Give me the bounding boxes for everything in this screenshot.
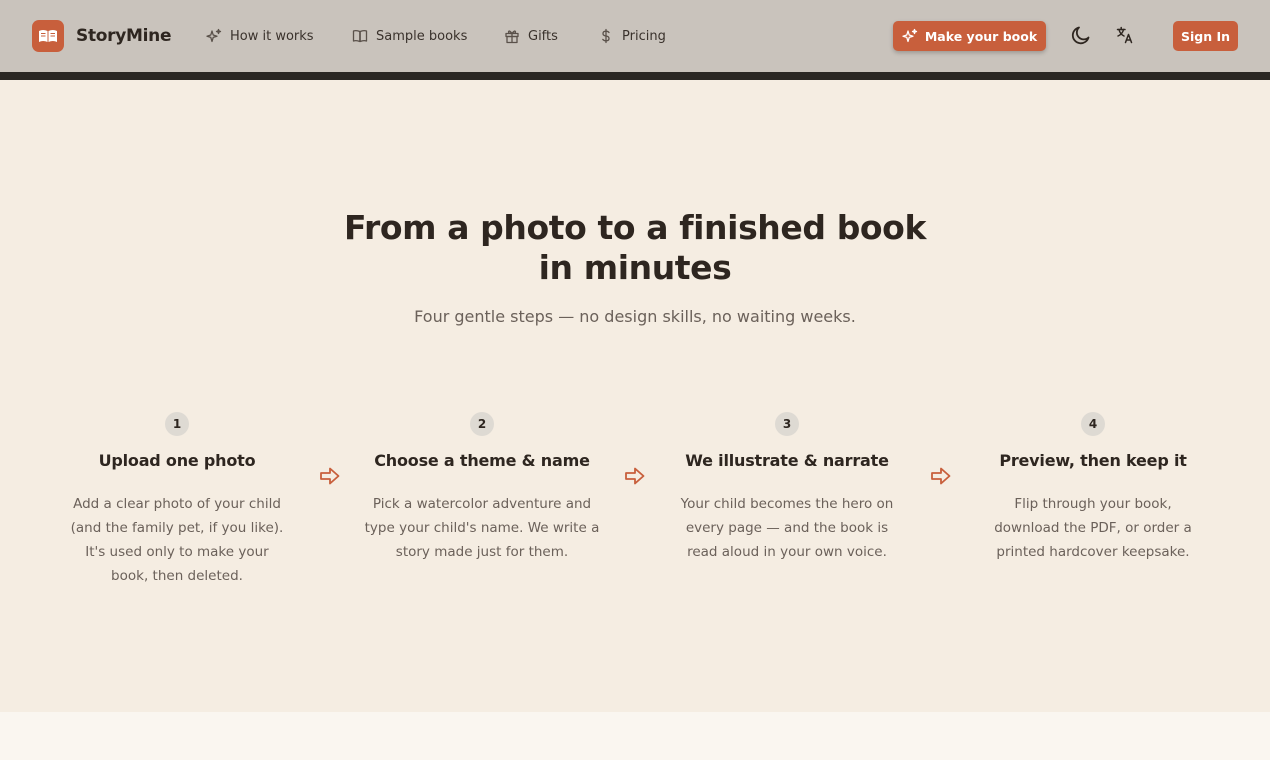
arrow-right-icon	[931, 467, 951, 485]
arrow-right-icon	[320, 467, 340, 485]
dollar-icon	[598, 28, 614, 44]
step-number: 2	[470, 412, 494, 436]
brand-name: StoryMine	[76, 26, 172, 46]
step-number: 1	[165, 412, 189, 436]
step-card-preview: 4 Preview, then keep it Flip through you…	[973, 412, 1213, 564]
translate-icon	[1115, 25, 1135, 48]
hero-title: From a photo to a finished book in minut…	[343, 208, 927, 287]
make-your-book-button[interactable]: Make your book	[893, 21, 1046, 51]
gift-icon	[504, 28, 520, 44]
navbar-divider	[0, 72, 1270, 80]
next-section-band	[0, 712, 1270, 760]
step-card-upload: 1 Upload one photo Add a clear photo of …	[57, 412, 297, 588]
nav-sample-books[interactable]: Sample books	[352, 27, 467, 45]
theme-toggle-button[interactable]	[1069, 24, 1093, 48]
step-description: Pick a watercolor adventure and type you…	[364, 496, 600, 560]
step-title: Preview, then keep it	[999, 451, 1187, 470]
sign-in-button[interactable]: Sign In	[1173, 21, 1238, 51]
step-description: Flip through your book, download the PDF…	[994, 496, 1192, 560]
make-your-book-label: Make your book	[924, 28, 1038, 44]
hero-subtitle: Four gentle steps — no design skills, no…	[414, 307, 856, 326]
language-button[interactable]	[1113, 24, 1137, 48]
brand-logo-link[interactable]: StoryMine	[32, 20, 172, 52]
sparkles-icon	[206, 28, 222, 44]
step-title: We illustrate & narrate	[685, 451, 889, 470]
nav-pricing[interactable]: Pricing	[598, 27, 666, 45]
open-book-icon	[352, 28, 368, 44]
open-book-logo-icon	[32, 20, 64, 52]
step-card-illustrate: 3 We illustrate & narrate Your child bec…	[667, 412, 907, 564]
step-description: Add a clear photo of your child (and the…	[70, 496, 284, 584]
nav-gifts-label: Gifts	[528, 28, 558, 44]
sparkles-icon	[902, 28, 918, 44]
moon-icon	[1070, 24, 1092, 49]
step-title: Upload one photo	[98, 451, 256, 470]
nav-how-it-works-label: How it works	[230, 28, 314, 44]
nav-gifts[interactable]: Gifts	[504, 27, 558, 45]
step-card-theme: 2 Choose a theme & name Pick a watercolo…	[362, 412, 602, 564]
step-number: 4	[1081, 412, 1105, 436]
step-number: 3	[775, 412, 799, 436]
nav-how-it-works[interactable]: How it works	[206, 27, 314, 45]
step-title: Choose a theme & name	[374, 451, 590, 470]
step-description: Your child becomes the hero on every pag…	[680, 496, 894, 560]
arrow-right-icon	[625, 467, 645, 485]
nav-pricing-label: Pricing	[622, 28, 666, 44]
nav-sample-books-label: Sample books	[376, 28, 468, 44]
